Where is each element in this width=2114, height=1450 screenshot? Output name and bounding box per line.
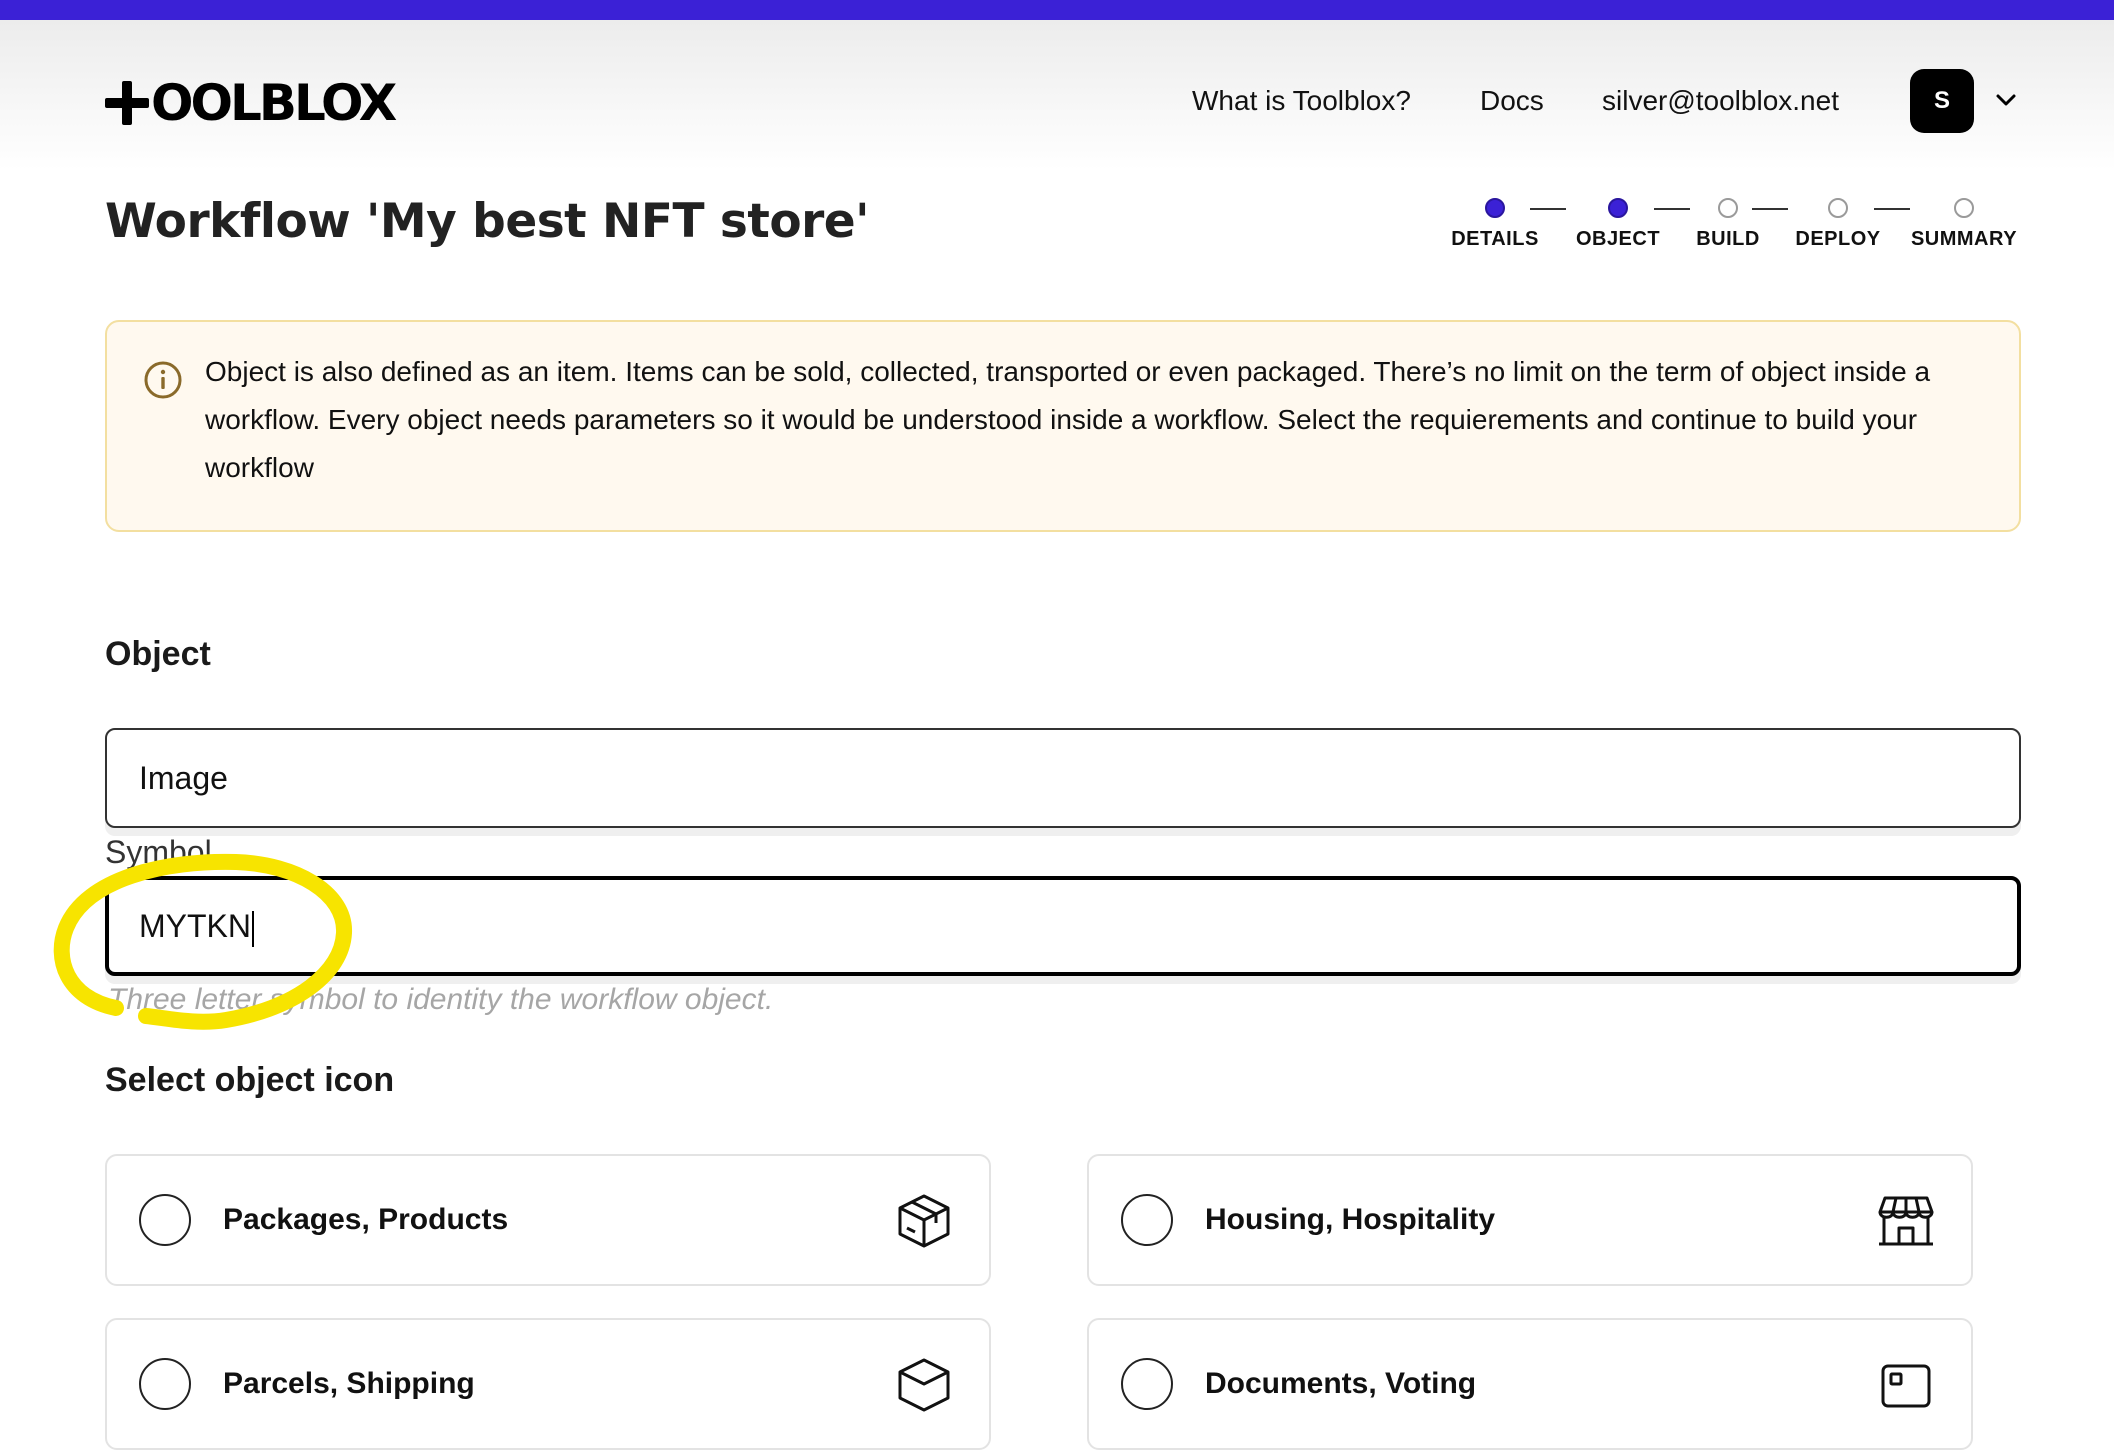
step-label-build: BUILD [1696, 228, 1760, 250]
icon-option-housing[interactable]: Housing, Hospitality [1087, 1154, 1973, 1286]
option-label: Documents, Voting [1205, 1367, 1477, 1400]
document-icon [1881, 1364, 1931, 1408]
object-name-value: Image [139, 760, 228, 796]
avatar[interactable]: S [1910, 69, 1974, 133]
info-notice: Object is also defined as an item. Items… [105, 320, 2021, 532]
logo-plus-icon [105, 81, 149, 125]
symbol-helper-text: Three letter symbol to identity the work… [108, 983, 774, 1016]
progress-stepper: DETAILS OBJECT BUILD DEPLOY SUMMARY [1430, 196, 2030, 256]
nav-what-is-toolblox[interactable]: What is Toolblox? [1192, 80, 1411, 122]
step-connector [1530, 208, 1566, 210]
toolblox-logo[interactable]: OOLBLOX [105, 74, 397, 132]
radio-button[interactable] [139, 1194, 191, 1246]
storefront-icon [1878, 1196, 1934, 1246]
user-email[interactable]: silver@toolblox.net [1602, 80, 1839, 122]
step-connector [1874, 208, 1910, 210]
icon-option-documents[interactable]: Documents, Voting [1087, 1318, 1973, 1450]
step-connector [1654, 208, 1690, 210]
radio-button[interactable] [139, 1358, 191, 1410]
symbol-label: Symbol [105, 834, 212, 870]
box-icon [898, 1194, 950, 1248]
symbol-value: MYTKN [139, 908, 251, 944]
step-label-object: OBJECT [1575, 228, 1661, 250]
option-label: Parcels, Shipping [223, 1367, 475, 1400]
page-title: Workflow 'My best NFT store' [105, 194, 870, 249]
select-icon-heading: Select object icon [105, 1061, 395, 1099]
step-dot-build [1718, 198, 1738, 218]
info-icon [144, 361, 182, 399]
step-label-summary: SUMMARY [1910, 228, 2018, 250]
step-dot-summary [1954, 198, 1974, 218]
step-connector [1752, 208, 1788, 210]
radio-button[interactable] [1121, 1194, 1173, 1246]
icon-option-packages[interactable]: Packages, Products [105, 1154, 991, 1286]
nav-docs[interactable]: Docs [1480, 80, 1544, 122]
option-label: Packages, Products [223, 1203, 509, 1236]
step-dot-object [1608, 198, 1628, 218]
notice-text: Object is also defined as an item. Items… [205, 356, 1931, 483]
parcel-icon [898, 1358, 950, 1412]
header: OOLBLOX What is Toolblox? Docs silver@to… [0, 20, 2114, 170]
step-dot-deploy [1828, 198, 1848, 218]
step-label-details: DETAILS [1451, 228, 1539, 250]
step-label-deploy: DEPLOY [1795, 228, 1881, 250]
chevron-down-icon[interactable] [1992, 86, 2020, 114]
symbol-input[interactable]: MYTKN [105, 876, 2021, 976]
text-caret [252, 910, 254, 947]
icon-option-parcels[interactable]: Parcels, Shipping [105, 1318, 991, 1450]
object-heading: Object [105, 635, 211, 673]
option-label: Housing, Hospitality [1205, 1203, 1496, 1236]
step-dot-details [1485, 198, 1505, 218]
object-name-input[interactable]: Image [105, 728, 2021, 828]
symbol-value-wrap: MYTKN [139, 880, 254, 972]
top-accent-bar [0, 0, 2114, 20]
radio-button[interactable] [1121, 1358, 1173, 1410]
logo-text: OOLBLOX [151, 74, 397, 132]
